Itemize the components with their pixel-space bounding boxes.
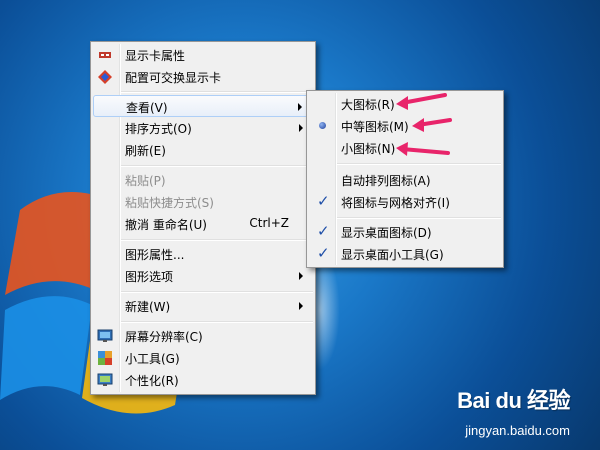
menu-item-personalize[interactable]: 个性化(R) xyxy=(93,369,313,391)
menu-item-label: 撤消 重命名(U) xyxy=(125,218,207,232)
menu-item-undo-rename[interactable]: 撤消 重命名(U) Ctrl+Z xyxy=(93,213,313,235)
submenu-item-auto-arrange[interactable]: 自动排列图标(A) xyxy=(309,169,501,191)
menu-item-label: 小工具(G) xyxy=(125,352,180,366)
menu-item-label: 将图标与网格对齐(I) xyxy=(341,196,450,210)
menu-item-label: 新建(W) xyxy=(125,300,171,314)
menu-separator xyxy=(121,239,313,241)
menu-item-label: 个性化(R) xyxy=(125,374,179,388)
display-card-icon xyxy=(99,52,111,58)
menu-item-label: 图形属性... xyxy=(125,248,185,262)
menu-item-label: 显示桌面图标(D) xyxy=(341,226,432,240)
menu-item-paste-shortcut[interactable]: 粘贴快捷方式(S) xyxy=(93,191,313,213)
submenu-item-align-to-grid[interactable]: ✓ 将图标与网格对齐(I) xyxy=(309,191,501,213)
submenu-arrow-icon xyxy=(299,302,303,310)
submenu-arrow-icon xyxy=(298,103,302,111)
checkmark-icon: ✓ xyxy=(317,222,330,240)
menu-item-label: 显示卡属性 xyxy=(125,49,186,63)
menu-item-display-card-properties[interactable]: 显示卡属性 xyxy=(93,44,313,66)
menu-separator xyxy=(121,165,313,167)
menu-item-view[interactable]: 查看(V) xyxy=(93,95,313,117)
menu-item-label: 小图标(N) xyxy=(341,142,396,156)
menu-separator xyxy=(121,321,313,323)
menu-item-label: 粘贴(P) xyxy=(125,174,166,188)
watermark-brand: Bai du 经验 xyxy=(457,388,570,413)
desktop-context-menu: 显示卡属性 配置可交换显示卡 查看(V) 排序方式(O) 刷新(E) 粘贴(P)… xyxy=(90,41,316,395)
menu-item-label: 大图标(R) xyxy=(341,98,395,112)
menu-item-label: 刷新(E) xyxy=(125,144,166,158)
gadgets-icon xyxy=(98,351,112,365)
menu-item-label: 显示桌面小工具(G) xyxy=(341,248,444,262)
menu-item-label: 粘贴快捷方式(S) xyxy=(125,196,214,210)
menu-item-label: 图形选项 xyxy=(125,270,174,284)
menu-item-paste[interactable]: 粘贴(P) xyxy=(93,169,313,191)
menu-separator xyxy=(121,291,313,293)
menu-item-refresh[interactable]: 刷新(E) xyxy=(93,139,313,161)
menu-separator xyxy=(121,91,313,93)
submenu-arrow-icon xyxy=(299,272,303,280)
menu-item-sort-by[interactable]: 排序方式(O) xyxy=(93,117,313,139)
annotation-arrows xyxy=(396,93,452,156)
submenu-item-show-desktop-gadgets[interactable]: ✓ 显示桌面小工具(G) xyxy=(309,243,501,265)
personalize-icon xyxy=(97,373,113,386)
baidu-jingyan-watermark: Bai du 经验 xyxy=(457,383,570,415)
menu-item-label: 自动排列图标(A) xyxy=(341,174,431,188)
checkmark-icon: ✓ xyxy=(317,192,330,210)
checkmark-icon: ✓ xyxy=(317,244,330,262)
menu-separator xyxy=(337,217,501,219)
menu-item-label: 屏幕分辨率(C) xyxy=(125,330,203,344)
menu-item-graphics-properties[interactable]: 图形属性... xyxy=(93,243,313,265)
submenu-arrow-icon xyxy=(299,124,303,132)
shortcut-label: Ctrl+Z xyxy=(249,216,289,230)
menu-item-screen-resolution[interactable]: 屏幕分辨率(C) xyxy=(93,325,313,347)
menu-item-gadgets[interactable]: 小工具(G) xyxy=(93,347,313,369)
menu-item-graphics-options[interactable]: 图形选项 xyxy=(93,265,313,287)
switchable-graphics-icon xyxy=(98,70,112,84)
menu-item-label: 配置可交换显示卡 xyxy=(125,71,222,85)
menu-item-label: 查看(V) xyxy=(126,101,168,115)
menu-item-configure-switchable-graphics[interactable]: 配置可交换显示卡 xyxy=(93,66,313,88)
menu-item-new[interactable]: 新建(W) xyxy=(93,295,313,317)
menu-item-label: 排序方式(O) xyxy=(125,122,192,136)
screen-resolution-icon xyxy=(97,329,113,342)
radio-bullet-icon xyxy=(319,122,326,129)
watermark-site: jingyan.baidu.com xyxy=(465,423,570,438)
submenu-item-show-desktop-icons[interactable]: ✓ 显示桌面图标(D) xyxy=(309,221,501,243)
